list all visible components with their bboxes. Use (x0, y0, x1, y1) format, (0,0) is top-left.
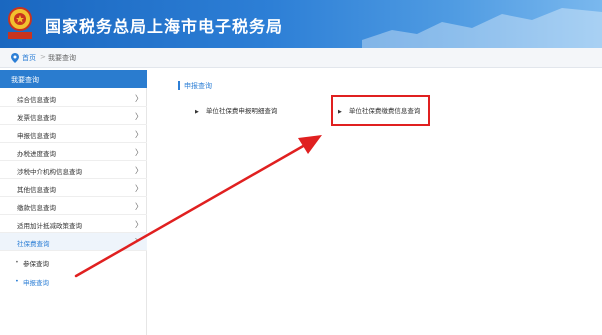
sidebar-item-label: 社保费查询 (17, 240, 50, 248)
breadcrumb-home-link[interactable]: 首页 (22, 53, 36, 63)
chevron-right-icon: 〉 (135, 94, 143, 103)
chevron-right-icon: 〉 (135, 112, 143, 121)
site-title: 国家税务总局上海市电子税务局 (45, 17, 284, 36)
link-social-declaration-detail[interactable]: ▶ 单位社保费申报明细查询 (195, 105, 277, 115)
chevron-right-icon: 〉 (135, 130, 143, 139)
section-title: 申报查询 (184, 82, 212, 90)
sidebar-item-label: 涉税中介机构信息查询 (17, 168, 82, 176)
breadcrumb: 首页 > 我要查询 (0, 48, 602, 68)
annotation-highlight-box (331, 95, 430, 126)
chevron-right-icon: 〉 (135, 184, 143, 193)
sidebar-item-social-security[interactable]: 社保费查询 ﹀ (0, 233, 147, 251)
triangle-right-icon: ▶ (195, 109, 199, 115)
bullet-icon: • (15, 277, 19, 285)
sidebar-item-deduction-policy[interactable]: 适用加计抵减政策查询 〉 (0, 215, 147, 233)
sidebar-subitem-enrollment[interactable]: • 参保查询 (0, 253, 147, 271)
sidebar-heading[interactable]: 我要查询 (0, 70, 147, 88)
tax-emblem-icon (8, 7, 32, 39)
sidebar-item-label: 缴款信息查询 (17, 204, 56, 212)
sidebar-subitem-declaration-query[interactable]: • 申报查询 (0, 272, 147, 290)
chevron-right-icon: 〉 (135, 148, 143, 157)
sidebar-item-payment[interactable]: 缴款信息查询 〉 (0, 197, 147, 215)
sidebar-item-other[interactable]: 其他信息查询 〉 (0, 179, 147, 197)
bullet-icon: • (15, 258, 19, 266)
site-header: 国家税务总局上海市电子税务局 (0, 0, 602, 48)
sidebar-item-comprehensive[interactable]: 综合信息查询 〉 (0, 89, 147, 107)
sidebar-item-label: 申报信息查询 (17, 132, 56, 140)
location-pin-icon (11, 53, 19, 63)
chevron-right-icon: 〉 (135, 220, 143, 229)
sidebar-subitem-label: 申报查询 (23, 279, 49, 287)
sidebar: 我要查询 综合信息查询 〉 发票信息查询 〉 申报信息查询 〉 办税进度查询 〉… (0, 70, 147, 335)
main-content: 申报查询 ▶ 单位社保费申报明细查询 ▶ 单位社保费缴费信息查询 (148, 70, 602, 335)
sidebar-subitem-label: 参保查询 (23, 260, 49, 268)
sidebar-item-progress[interactable]: 办税进度查询 〉 (0, 143, 147, 161)
sidebar-item-label: 办税进度查询 (17, 150, 56, 158)
sidebar-item-label: 适用加计抵减政策查询 (17, 222, 82, 230)
sidebar-item-label: 综合信息查询 (17, 96, 56, 104)
sidebar-item-agency[interactable]: 涉税中介机构信息查询 〉 (0, 161, 147, 179)
great-wall-decoration (362, 8, 602, 48)
chevron-down-icon: ﹀ (135, 238, 143, 247)
sidebar-item-label: 发票信息查询 (17, 114, 56, 122)
sidebar-item-label: 其他信息查询 (17, 186, 56, 194)
breadcrumb-separator: > (40, 53, 46, 61)
chevron-right-icon: 〉 (135, 166, 143, 175)
chevron-right-icon: 〉 (135, 202, 143, 211)
link-label: 单位社保费申报明细查询 (205, 107, 278, 115)
section-marker (178, 81, 180, 90)
breadcrumb-current: 我要查询 (48, 54, 76, 62)
sidebar-item-declaration[interactable]: 申报信息查询 〉 (0, 125, 147, 143)
sidebar-item-invoice[interactable]: 发票信息查询 〉 (0, 107, 147, 125)
